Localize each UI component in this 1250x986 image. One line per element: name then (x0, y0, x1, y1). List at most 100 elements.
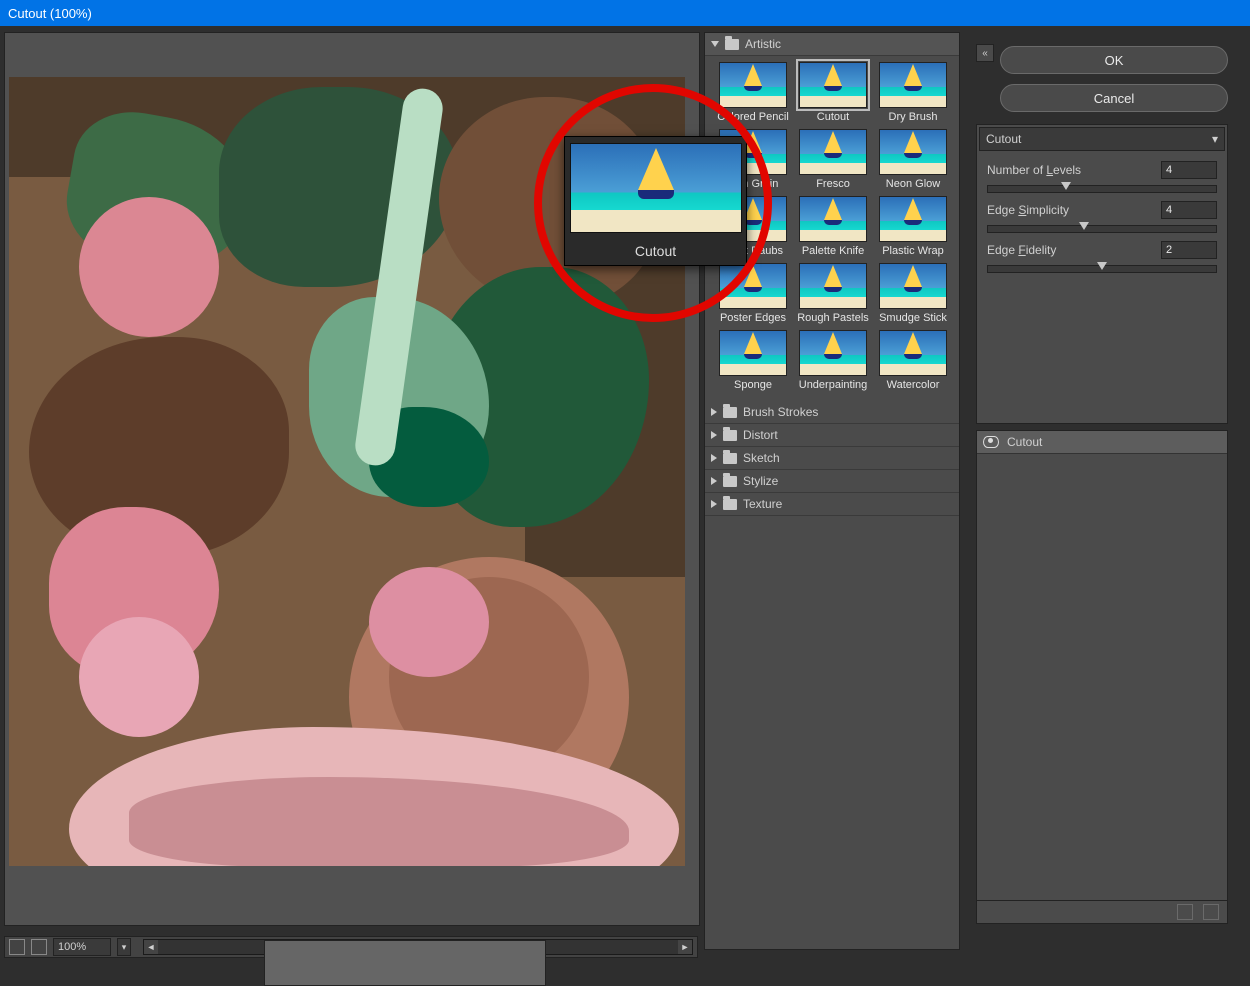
filter-thumb-rough-pastels[interactable]: Rough Pastels (795, 263, 871, 324)
thumbnail-label: Neon Glow (886, 178, 940, 190)
effect-layers-panel: Cutout (976, 430, 1228, 924)
zoom-dropdown[interactable]: ▾ (117, 938, 131, 956)
cancel-button[interactable]: Cancel (1000, 84, 1228, 112)
popup-label: Cutout (635, 243, 676, 259)
thumbnail-image (719, 263, 787, 309)
thumbnail-label: Cutout (817, 111, 849, 123)
window-titlebar: Cutout (100%) (0, 0, 1250, 26)
filter-thumb-underpainting[interactable]: Underpainting (795, 330, 871, 391)
filter-thumb-dry-brush[interactable]: Dry Brush (875, 62, 951, 123)
thumbnail-image (879, 129, 947, 175)
thumbnail-label: Underpainting (799, 379, 868, 391)
filter-select[interactable]: Cutout ▾ (979, 127, 1225, 151)
disclosure-right-icon (711, 500, 717, 508)
slider-knob[interactable] (1079, 222, 1089, 230)
filter-thumb-poster-edges[interactable]: Poster Edges (715, 263, 791, 324)
preview-h-scrollbar[interactable]: ◄ ► (143, 939, 693, 955)
filter-thumb-fresco[interactable]: Fresco (795, 129, 871, 190)
folder-icon (723, 499, 737, 510)
category-label: Distort (743, 428, 778, 442)
filter-thumb-watercolor[interactable]: Watercolor (875, 330, 951, 391)
param-input[interactable] (1161, 201, 1217, 219)
thumbnail-image (799, 263, 867, 309)
param-label: Number of Levels (987, 163, 1081, 177)
slider-knob[interactable] (1097, 262, 1107, 270)
filter-preview-popup: Cutout (564, 136, 747, 266)
filter-settings-panel: Cutout ▾ Number of Levels Edge Simplicity… (976, 124, 1228, 424)
category-label: Sketch (743, 451, 780, 465)
category-brush-strokes[interactable]: Brush Strokes (705, 401, 959, 424)
thumbnail-label: Smudge Stick (879, 312, 947, 324)
param-row: Edge Simplicity (977, 193, 1227, 219)
scroll-right-icon[interactable]: ► (678, 940, 692, 954)
right-column: « OK Cancel Cutout ▾ Number of Levels Edg… (970, 32, 1232, 948)
param-label: Edge Simplicity (987, 203, 1069, 217)
thumbnail-label: Rough Pastels (797, 312, 869, 324)
thumbnail-label: Colored Pencil (717, 111, 789, 123)
thumbnail-image (799, 330, 867, 376)
window-title: Cutout (100%) (8, 6, 92, 21)
category-artistic[interactable]: Artistic (705, 33, 959, 56)
param-input[interactable] (1161, 161, 1217, 179)
effect-layers-footer (977, 900, 1227, 923)
disclosure-right-icon (711, 477, 717, 485)
param-input[interactable] (1161, 241, 1217, 259)
thumbnail-image (879, 330, 947, 376)
folder-icon (723, 453, 737, 464)
thumbnail-image (719, 330, 787, 376)
thumbnail-image (879, 62, 947, 108)
filter-thumb-palette-knife[interactable]: Palette Knife (795, 196, 871, 257)
thumbnail-image (799, 62, 867, 108)
thumbnail-label: Palette Knife (802, 245, 864, 257)
disclosure-right-icon (711, 408, 717, 416)
scroll-thumb[interactable] (264, 940, 546, 986)
disclosure-right-icon (711, 431, 717, 439)
thumbnail-label: Watercolor (887, 379, 940, 391)
slider-knob[interactable] (1061, 182, 1071, 190)
folder-icon (723, 430, 737, 441)
filter-thumb-smudge-stick[interactable]: Smudge Stick (875, 263, 951, 324)
category-sketch[interactable]: Sketch (705, 447, 959, 470)
new-effect-layer-button[interactable] (1177, 904, 1193, 920)
thumbnail-image (879, 196, 947, 242)
zoom-in-button[interactable] (31, 939, 47, 955)
param-slider[interactable] (987, 225, 1217, 233)
effect-layer-row[interactable]: Cutout (977, 431, 1227, 454)
scroll-left-icon[interactable]: ◄ (144, 940, 158, 954)
param-row: Edge Fidelity (977, 233, 1227, 259)
filter-thumb-neon-glow[interactable]: Neon Glow (875, 129, 951, 190)
category-texture[interactable]: Texture (705, 493, 959, 516)
filter-thumb-plastic-wrap[interactable]: Plastic Wrap (875, 196, 951, 257)
category-distort[interactable]: Distort (705, 424, 959, 447)
thumbnail-image (799, 129, 867, 175)
param-slider[interactable] (987, 265, 1217, 273)
folder-icon (723, 476, 737, 487)
delete-effect-layer-button[interactable] (1203, 904, 1219, 920)
thumbnail-image (879, 263, 947, 309)
param-label: Edge Fidelity (987, 243, 1056, 257)
visibility-eye-icon[interactable] (983, 436, 999, 448)
thumbnail-image (719, 62, 787, 108)
ok-button[interactable]: OK (1000, 46, 1228, 74)
thumbnail-image (799, 196, 867, 242)
filter-thumb-sponge[interactable]: Sponge (715, 330, 791, 391)
thumbnail-label: Plastic Wrap (882, 245, 944, 257)
effect-layer-name: Cutout (1007, 435, 1042, 449)
zoom-out-button[interactable] (9, 939, 25, 955)
thumbnail-label: Fresco (816, 178, 850, 190)
filter-thumb-colored-pencil[interactable]: Colored Pencil (715, 62, 791, 123)
param-slider[interactable] (987, 185, 1217, 193)
filter-select-value: Cutout (986, 132, 1021, 146)
zoom-readout[interactable]: 100% (53, 938, 111, 956)
filter-thumb-cutout[interactable]: Cutout (795, 62, 871, 123)
popup-thumbnail (570, 143, 742, 233)
thumbnail-label: Poster Edges (720, 312, 786, 324)
category-stylize[interactable]: Stylize (705, 470, 959, 493)
category-label: Texture (743, 497, 782, 511)
disclosure-right-icon (711, 454, 717, 462)
collapse-gallery-button[interactable]: « (976, 44, 994, 62)
chevron-up-icon: « (982, 48, 988, 59)
chevron-down-icon: ▾ (1212, 132, 1218, 146)
category-label: Stylize (743, 474, 778, 488)
category-label: Brush Strokes (743, 405, 818, 419)
